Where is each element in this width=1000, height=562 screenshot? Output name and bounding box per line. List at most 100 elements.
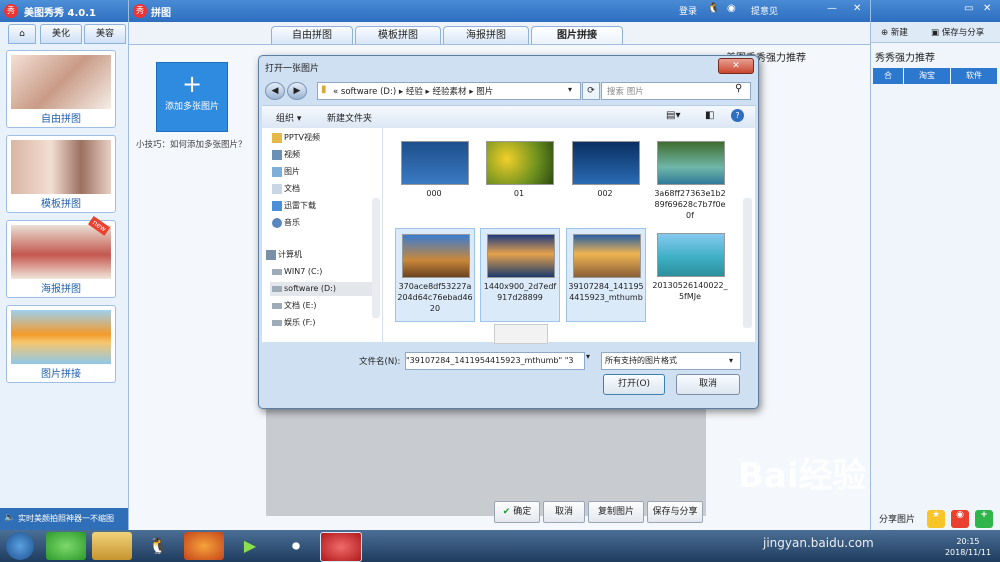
- file-item[interactable]: 20130526140022_5fMJe: [651, 228, 729, 320]
- check-icon: ✔: [502, 507, 511, 517]
- window-close-icon[interactable]: ✕: [983, 3, 991, 14]
- open-button[interactable]: 打开(O): [603, 374, 665, 395]
- nav-label: 文档: [284, 184, 300, 193]
- cancel-button[interactable]: 取消: [543, 501, 585, 523]
- taskbar-app-meitu[interactable]: [320, 532, 362, 562]
- help-icon[interactable]: ?: [731, 109, 744, 122]
- file-item[interactable]: 000: [395, 136, 473, 228]
- file-thumbnail-partial[interactable]: [494, 324, 548, 344]
- side-card-poster-collage[interactable]: new 海报拼图: [6, 216, 116, 298]
- nav-label: 文档 (E:): [284, 301, 317, 310]
- plus-share-icon[interactable]: +: [975, 510, 993, 528]
- breadcrumb-folder[interactable]: 经验: [406, 87, 423, 97]
- login-link[interactable]: 登录: [679, 4, 697, 17]
- view-options-icon[interactable]: ▤▾: [666, 110, 680, 121]
- weibo-share-icon[interactable]: ◉: [951, 510, 969, 528]
- nav-item-drive-e[interactable]: 文档 (E:): [272, 299, 317, 313]
- file-item[interactable]: 01: [480, 136, 558, 228]
- tip-link[interactable]: 小技巧：如何添加多张图片？: [136, 138, 247, 150]
- side-card-label: 图片拼接: [41, 369, 81, 380]
- side-card-template-collage[interactable]: 模板拼图: [6, 135, 116, 213]
- system-clock[interactable]: 20:15 2018/11/11: [940, 536, 996, 558]
- forward-button[interactable]: ▶: [287, 82, 307, 100]
- side-card-image-stitch[interactable]: 图片拼接: [6, 305, 116, 383]
- tab-beautify[interactable]: 美化: [40, 24, 82, 44]
- search-input[interactable]: 搜索 图片 ⚲: [601, 82, 751, 100]
- breadcrumb-current[interactable]: 图片: [476, 87, 493, 97]
- file-list-pane: 000 01 002 3a68ff27363e1b289f69628c7b7f0…: [383, 128, 755, 344]
- copy-image-button[interactable]: 复制图片: [588, 501, 644, 523]
- taskbar-app-explorer[interactable]: [92, 532, 132, 560]
- nav-label: software (D:): [284, 284, 336, 293]
- nav-item-computer[interactable]: 计算机: [266, 248, 302, 262]
- taskbar-app-recorder[interactable]: ⏺: [276, 532, 316, 560]
- side-card-free-collage[interactable]: 自由拼图: [6, 50, 116, 128]
- file-item-selected[interactable]: 1440x900_2d7edf917d28899: [480, 228, 560, 322]
- file-type-select[interactable]: 所有支持的图片格式 ▾: [601, 352, 741, 370]
- nav-item-pptv[interactable]: PPTV视频: [272, 131, 320, 145]
- breadcrumb-overflow[interactable]: «: [333, 87, 338, 97]
- feedback-link[interactable]: 提意见: [751, 4, 778, 17]
- tab-image-stitch[interactable]: 图片拼接: [531, 26, 623, 45]
- preview-pane-icon[interactable]: ◧: [705, 110, 714, 121]
- nav-item-drive-f[interactable]: 娱乐 (F:): [272, 316, 315, 330]
- home-tab[interactable]: ⌂: [8, 24, 36, 44]
- file-item-selected[interactable]: 370ace8df53227a204d64c76ebad4620: [395, 228, 475, 322]
- taskbar-app-player[interactable]: ▶: [230, 532, 270, 560]
- breadcrumb-drive[interactable]: software (D:): [341, 87, 396, 97]
- tab-free-collage[interactable]: 自由拼图: [271, 26, 353, 45]
- file-item[interactable]: 3a68ff27363e1b289f69628c7b7f0e0f: [651, 136, 729, 228]
- tab-poster-collage[interactable]: 海报拼图: [443, 26, 529, 45]
- tab-beauty[interactable]: 美容: [84, 24, 126, 44]
- breadcrumb-folder[interactable]: 经验素材: [433, 87, 467, 97]
- organize-menu[interactable]: 组织 ▾: [276, 111, 301, 124]
- address-dropdown-icon[interactable]: ▾: [568, 85, 572, 94]
- tab-template-collage[interactable]: 模板拼图: [355, 26, 441, 45]
- file-thumbnail: [402, 234, 470, 278]
- taskbar-app-qq[interactable]: 🐧: [138, 532, 178, 560]
- filename-dropdown-icon[interactable]: ▾: [586, 352, 596, 368]
- recommend-tab-software[interactable]: 软件: [951, 68, 997, 84]
- filename-label: 文件名(N):: [359, 357, 401, 367]
- weibo-icon[interactable]: ◉: [727, 3, 736, 14]
- status-promo-text[interactable]: 实时美颜拍照神器一不缩图: [18, 513, 114, 524]
- star-icon[interactable]: ★: [927, 510, 945, 528]
- start-button[interactable]: [6, 532, 34, 560]
- file-list-scrollbar[interactable]: [743, 198, 752, 328]
- new-folder-button[interactable]: 新建文件夹: [327, 111, 372, 124]
- add-multiple-images-button[interactable]: + 添加多张图片: [156, 62, 228, 132]
- dialog-toolbar: 组织 ▾ 新建文件夹 ▤▾ ◧ ?: [262, 105, 755, 129]
- address-bar[interactable]: ▮ « software (D:) ▸ 经验 ▸ 经验素材 ▸ 图片 ▾: [317, 82, 581, 100]
- taskbar-app-firefox[interactable]: [184, 532, 224, 560]
- new-button[interactable]: ⊕ 新建: [881, 26, 908, 38]
- share-image-label[interactable]: 分享图片: [879, 512, 915, 525]
- qq-icon[interactable]: 🐧: [707, 3, 719, 14]
- dialog-cancel-button[interactable]: 取消: [676, 374, 740, 395]
- meitu-main-window: 秀 美图秀秀 4.0.1 ⌂ 美化 美容 自由拼图 模板拼图 new 海报拼图 …: [0, 0, 129, 530]
- back-button[interactable]: ◀: [265, 82, 285, 100]
- save-share-top-button[interactable]: ▣ 保存与分享: [931, 26, 984, 38]
- nav-item-drive-c[interactable]: WIN7 (C:): [272, 265, 322, 279]
- file-item[interactable]: 002: [566, 136, 644, 228]
- save-share-button[interactable]: 保存与分享: [647, 501, 703, 523]
- recommend-tab-taobao[interactable]: 淘宝: [904, 68, 950, 84]
- nav-item-drive-d[interactable]: software (D:): [270, 282, 378, 296]
- nav-item-thunder-downloads[interactable]: 迅雷下载: [272, 199, 316, 213]
- nav-item-documents[interactable]: 文档: [272, 182, 300, 196]
- recommend-tab-combo[interactable]: 合: [873, 68, 903, 84]
- minimize-icon[interactable]: —: [827, 3, 837, 14]
- file-name: 1440x900_2d7edf917d28899: [483, 282, 557, 302]
- refresh-button[interactable]: ⟳: [582, 82, 600, 100]
- nav-item-pictures[interactable]: 图片: [272, 165, 300, 179]
- dialog-close-button[interactable]: ✕: [718, 58, 754, 74]
- close-icon[interactable]: ✕: [853, 3, 861, 14]
- confirm-button[interactable]: ✔ 确定: [494, 501, 540, 523]
- meitu-titlebar: 秀 美图秀秀 4.0.1: [0, 0, 128, 22]
- nav-item-videos[interactable]: 视频: [272, 148, 300, 162]
- taskbar-app-360[interactable]: [46, 532, 86, 560]
- file-item-selected[interactable]: 39107284_1411954415923_mthumb: [566, 228, 646, 322]
- nav-scrollbar[interactable]: [372, 198, 380, 318]
- filename-input[interactable]: "39107284_1411954415923_mthumb" "3: [405, 352, 585, 370]
- nav-item-music[interactable]: 音乐: [272, 216, 300, 230]
- window-restore-icon[interactable]: ▭: [964, 3, 973, 14]
